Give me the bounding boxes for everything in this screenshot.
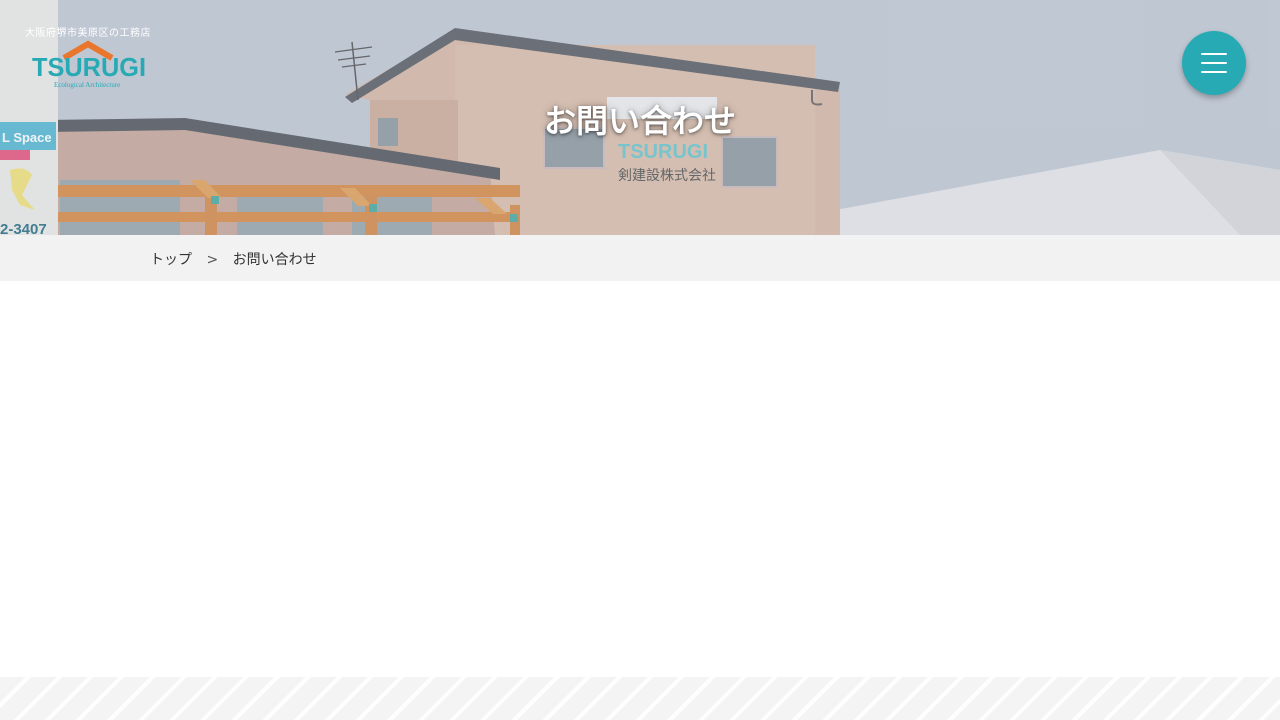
site-tagline: 大阪府堺市美原区の工務店 bbox=[25, 28, 151, 39]
breadcrumb: トップ > お問い合わせ bbox=[0, 235, 1280, 281]
svg-text:Ecological Architecture: Ecological Architecture bbox=[54, 81, 120, 89]
breadcrumb-home-link[interactable]: トップ bbox=[150, 252, 192, 268]
hero-banner: TSURUGI 剣建設株式会社 L Space 2-3407 大阪府堺市美原区の… bbox=[0, 0, 1280, 235]
hamburger-menu-icon bbox=[1201, 53, 1227, 55]
hamburger-menu-icon-bar bbox=[1201, 62, 1227, 64]
svg-text:TSURUGI: TSURUGI bbox=[32, 52, 146, 82]
main-content bbox=[0, 281, 1280, 677]
tsurugi-logo[interactable]: TSURUGI Ecological Architecture bbox=[30, 38, 150, 90]
footer-stripe bbox=[0, 677, 1280, 720]
hamburger-menu-button[interactable] bbox=[1182, 31, 1246, 95]
hamburger-menu-icon-bar bbox=[1201, 71, 1227, 73]
breadcrumb-separator: > bbox=[206, 252, 219, 268]
page-title: お問い合わせ bbox=[543, 102, 736, 140]
breadcrumb-current: お問い合わせ bbox=[232, 252, 317, 268]
